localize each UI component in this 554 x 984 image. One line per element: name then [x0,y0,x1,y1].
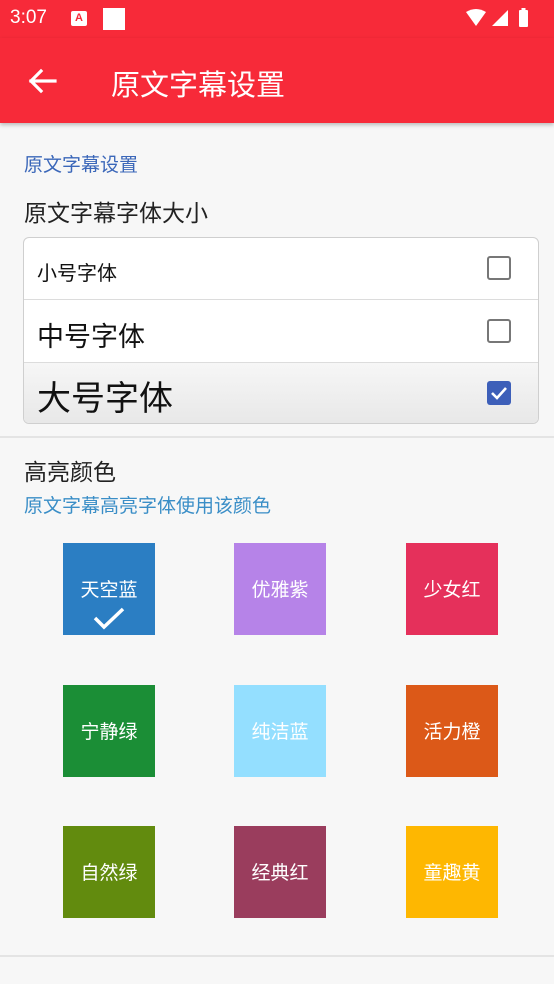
color-swatch[interactable]: 天空蓝 [63,543,155,635]
notification-square-icon [103,8,125,30]
wifi-icon [466,9,486,26]
color-swatch-label: 活力橙 [423,721,481,743]
battery-icon [519,8,528,27]
font-size-option-small[interactable]: 小号字体 [24,238,538,300]
color-swatch-label: 宁静绿 [80,721,138,743]
status-time: 3:07 [10,7,47,28]
highlight-color-description: 原文字幕高亮字体使用该颜色 [24,495,272,517]
status-bar: 3:07 A [0,0,554,38]
color-swatch[interactable]: 活力橙 [406,685,498,777]
status-icons [464,8,544,30]
back-button[interactable] [27,65,59,97]
page-title: 原文字幕设置 [111,68,286,102]
color-swatch[interactable]: 少女红 [406,543,498,635]
highlight-color-label: 高亮颜色 [24,460,116,486]
checkbox-checked[interactable] [487,381,511,405]
option-label: 中号字体 [37,322,145,353]
color-swatch[interactable]: 纯洁蓝 [234,685,326,777]
color-swatch[interactable]: 宁静绿 [63,685,155,777]
color-swatch-label: 天空蓝 [80,579,138,601]
color-swatch-label: 少女红 [423,579,481,601]
font-size-option-large[interactable]: 大号字体 [24,363,538,423]
option-label: 小号字体 [37,261,117,285]
check-icon [93,607,125,636]
color-swatch-label: 经典红 [251,862,309,884]
color-swatch[interactable]: 童趣黄 [406,826,498,918]
color-swatch[interactable]: 优雅紫 [234,543,326,635]
color-swatch-label: 纯洁蓝 [251,721,309,743]
color-swatch-label: 优雅紫 [251,579,309,601]
arrow-back-icon [28,68,57,94]
color-swatch[interactable]: 自然绿 [63,826,155,918]
color-swatch-label: 自然绿 [80,862,138,884]
divider [0,955,554,957]
option-label: 大号字体 [37,379,173,419]
notification-app-icon: A [71,11,87,26]
divider [0,436,554,438]
font-size-options: 小号字体 中号字体 大号字体 [23,237,539,424]
checkbox[interactable] [487,319,511,343]
section-header: 原文字幕设置 [24,154,139,176]
check-icon [491,387,507,400]
font-size-label: 原文字幕字体大小 [24,201,208,227]
app-bar: 原文字幕设置 [0,38,554,123]
font-size-option-medium[interactable]: 中号字体 [24,300,538,363]
color-swatch[interactable]: 经典红 [234,826,326,918]
signal-icon [492,10,508,26]
color-swatch-label: 童趣黄 [423,862,481,884]
checkbox[interactable] [487,256,511,280]
